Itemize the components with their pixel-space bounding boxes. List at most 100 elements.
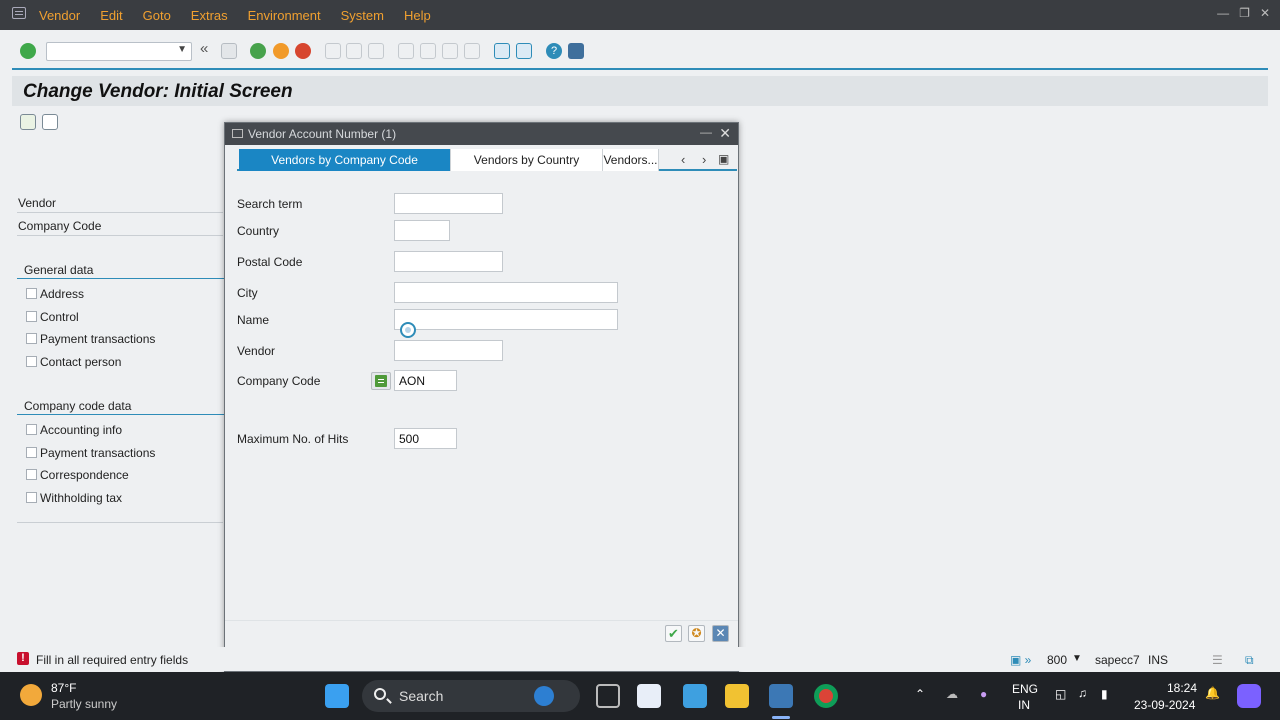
weather-desc[interactable]: Partly sunny: [51, 697, 117, 711]
tab-vendors-by-country[interactable]: Vendors by Country: [451, 149, 603, 171]
clock-time[interactable]: 18:24: [1167, 681, 1197, 695]
task-view-icon[interactable]: [596, 684, 620, 708]
help-icon[interactable]: ?: [546, 43, 562, 59]
postal-code-input[interactable]: [394, 251, 503, 272]
system-info-icon[interactable]: ▣ »: [1010, 653, 1031, 667]
checkbox-address[interactable]: [26, 288, 37, 299]
client-number: 800: [1047, 653, 1068, 667]
back-nav-icon[interactable]: «: [200, 40, 216, 57]
company-code-label: Company Code: [18, 219, 102, 233]
name-input[interactable]: [394, 309, 618, 330]
chrome-icon[interactable]: [814, 684, 838, 708]
insert-mode[interactable]: INS: [1148, 653, 1168, 667]
checkbox-label: Address: [40, 287, 85, 301]
multiple-selection-button[interactable]: ✪: [688, 625, 705, 642]
file-explorer-icon[interactable]: [725, 684, 749, 708]
command-field[interactable]: ▼: [46, 42, 192, 61]
max-hits-input[interactable]: 500: [394, 428, 457, 449]
save-icon[interactable]: [221, 43, 237, 59]
next-page-icon[interactable]: [442, 43, 458, 59]
chevron-down-icon[interactable]: ▼: [1072, 653, 1082, 664]
menu-extras[interactable]: Extras: [191, 8, 228, 23]
cancel-button[interactable]: ✕: [712, 625, 729, 642]
tab-scroll-right-icon[interactable]: ›: [702, 152, 706, 167]
postal-code-label: Postal Code: [237, 255, 303, 269]
lang-bottom[interactable]: IN: [1018, 698, 1030, 712]
sap-window-icon[interactable]: [12, 7, 26, 19]
wifi-icon[interactable]: ◱: [1055, 687, 1066, 701]
menu-edit[interactable]: Edit: [100, 8, 122, 23]
title-bar: Change Vendor: Initial Screen: [12, 76, 1268, 106]
last-page-icon[interactable]: [464, 43, 480, 59]
notifications-icon[interactable]: 🔔: [1205, 686, 1220, 700]
tab-vendors-by-company-code[interactable]: Vendors by Company Code: [239, 149, 451, 171]
city-label: City: [237, 286, 258, 300]
weather-temp[interactable]: 87°F: [51, 681, 76, 695]
exit-icon[interactable]: [273, 43, 289, 59]
print-icon[interactable]: [325, 43, 341, 59]
close-icon[interactable]: ✕: [1260, 6, 1270, 20]
checkbox-accounting-info[interactable]: [26, 424, 37, 435]
first-page-icon[interactable]: [398, 43, 414, 59]
customize-layout-icon[interactable]: [568, 43, 584, 59]
continue-button[interactable]: ✔: [665, 625, 682, 642]
country-input[interactable]: [394, 220, 450, 241]
microphone-icon[interactable]: ●: [980, 687, 987, 701]
error-icon: !: [17, 652, 29, 665]
taskbar-search[interactable]: Search: [362, 680, 580, 712]
notepad-icon[interactable]: [683, 684, 707, 708]
dialog-minimize-icon[interactable]: —: [700, 125, 712, 139]
deselect-all-icon[interactable]: [42, 114, 58, 130]
restore-icon[interactable]: ❐: [1239, 6, 1250, 20]
new-session-icon[interactable]: ⧉: [1245, 653, 1254, 668]
active-app-indicator: [772, 716, 790, 719]
shortcut-icon[interactable]: [516, 43, 532, 59]
weather-icon[interactable]: [20, 684, 42, 706]
clock-date[interactable]: 23-09-2024: [1134, 698, 1195, 712]
enter-icon[interactable]: [20, 43, 36, 59]
checkbox-contact-person[interactable]: [26, 356, 37, 367]
menu-goto[interactable]: Goto: [143, 8, 171, 23]
tab-scroll-left-icon[interactable]: ‹: [681, 152, 685, 167]
checkbox-correspondence[interactable]: [26, 469, 37, 480]
onedrive-icon[interactable]: ☁: [946, 687, 958, 701]
search-term-label: Search term: [237, 197, 303, 211]
vendor-input[interactable]: [394, 340, 503, 361]
multiple-selection-icon[interactable]: [371, 372, 391, 390]
tab-vendors-more[interactable]: Vendors...: [603, 149, 659, 171]
tab-list-icon[interactable]: ▣: [718, 152, 729, 166]
show-hidden-icons-icon[interactable]: ⌃: [915, 687, 925, 701]
cancel-icon[interactable]: [295, 43, 311, 59]
checkbox-control[interactable]: [26, 311, 37, 322]
checkbox-label: Contact person: [40, 355, 122, 369]
minimize-icon[interactable]: —: [1217, 6, 1229, 20]
find-next-icon[interactable]: [368, 43, 384, 59]
dialog-close-icon[interactable]: ✕: [719, 125, 731, 142]
back-icon[interactable]: [250, 43, 266, 59]
checkbox-withholding-tax[interactable]: [26, 492, 37, 503]
windows-start-icon[interactable]: [325, 684, 349, 708]
previous-page-icon[interactable]: [420, 43, 436, 59]
menu-help[interactable]: Help: [404, 8, 431, 23]
checkbox-cc-payment-transactions[interactable]: [26, 447, 37, 458]
company-code-input[interactable]: AON: [394, 370, 457, 391]
create-session-icon[interactable]: [494, 43, 510, 59]
select-all-icon[interactable]: [20, 114, 36, 130]
snipping-tool-icon[interactable]: [637, 684, 661, 708]
status-options-icon[interactable]: ☰: [1212, 653, 1223, 667]
copilot-icon[interactable]: [1237, 684, 1261, 708]
checkbox-label: Payment transactions: [40, 446, 156, 460]
menu-vendor[interactable]: Vendor: [39, 8, 80, 23]
menu-system[interactable]: System: [341, 8, 384, 23]
search-term-input[interactable]: [394, 193, 503, 214]
dialog-tabs: Vendors by Company Code Vendors by Count…: [237, 149, 737, 171]
battery-icon[interactable]: ▮: [1101, 687, 1108, 701]
menu-environment[interactable]: Environment: [248, 8, 321, 23]
sap-logon-icon[interactable]: [769, 684, 793, 708]
checkbox-payment-transactions[interactable]: [26, 333, 37, 344]
chevron-down-icon[interactable]: ▼: [177, 44, 187, 55]
find-icon[interactable]: [346, 43, 362, 59]
city-input[interactable]: [394, 282, 618, 303]
lang-top[interactable]: ENG: [1012, 682, 1038, 696]
volume-icon[interactable]: ♫: [1078, 686, 1087, 700]
